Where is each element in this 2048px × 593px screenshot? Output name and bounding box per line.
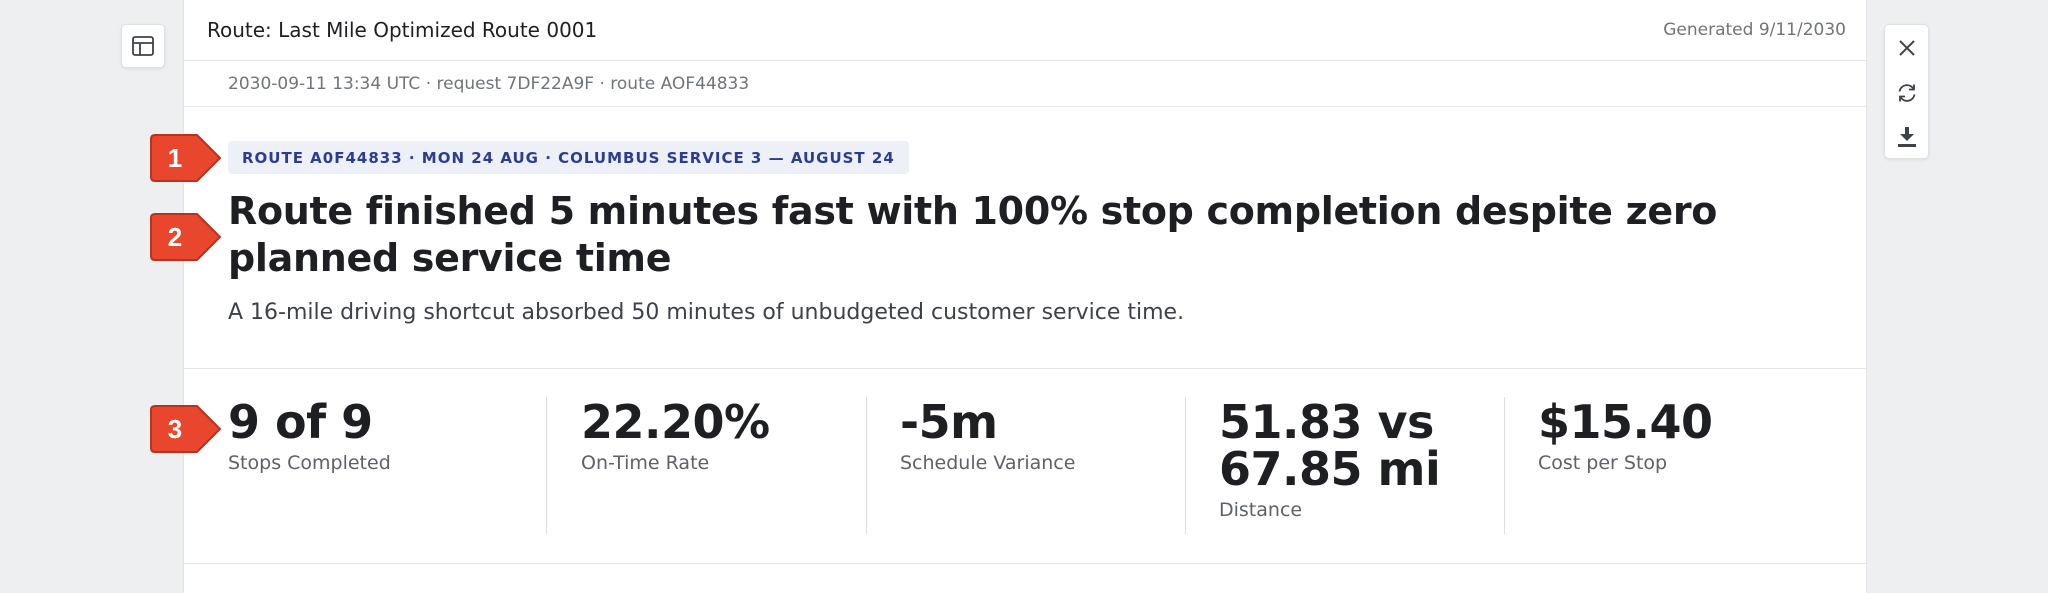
report-panel: Route: Last Mile Optimized Route 0001 Ge… <box>183 0 1867 593</box>
stat-label: On-Time Rate <box>581 452 710 474</box>
stat-value: 22.20% <box>581 395 770 449</box>
stat-divider <box>1504 397 1505 534</box>
subtitle: A 16-mile driving shortcut absorbed 50 m… <box>228 300 1185 325</box>
layout-toggle-button[interactable] <box>121 24 165 68</box>
stat-cost-per-stop: $15.40 Cost per Stop <box>1538 369 1798 534</box>
stat-label: Cost per Stop <box>1538 452 1668 474</box>
download-icon <box>1897 127 1916 147</box>
stat-value: 51.83 vs 67.85 mi <box>1219 395 1441 496</box>
annotation-marker: 2 <box>150 213 222 261</box>
stat-value: $15.40 <box>1538 395 1713 449</box>
annotation-marker: 3 <box>150 405 222 453</box>
refresh-button[interactable] <box>1885 71 1928 115</box>
panel-title: Route: Last Mile Optimized Route 0001 <box>207 18 598 42</box>
headline: Route finished 5 minutes fast with 100% … <box>228 189 1718 280</box>
stat-schedule-variance: -5m Schedule Variance <box>900 369 1160 534</box>
refresh-icon <box>1898 84 1915 102</box>
stat-divider <box>1185 397 1186 534</box>
request-meta: 2030-09-11 13:34 UTC · request 7DF22A9F … <box>184 61 1866 107</box>
stat-label: Stops Completed <box>228 452 391 474</box>
route-badge: ROUTE A0F44833 · MON 24 AUG · COLUMBUS S… <box>228 141 909 174</box>
close-button[interactable] <box>1885 26 1928 70</box>
stat-distance: 51.83 vs 67.85 mi Distance <box>1219 369 1459 534</box>
marker-number: 3 <box>168 414 182 444</box>
download-button[interactable] <box>1885 115 1928 159</box>
request-meta-text: 2030-09-11 13:34 UTC · request 7DF22A9F … <box>228 73 750 94</box>
marker-number: 2 <box>168 222 182 252</box>
annotation-marker: 1 <box>150 134 222 182</box>
stats-row: 9 of 9 Stops Completed 22.20% On-Time Ra… <box>184 369 1866 564</box>
stat-label: Schedule Variance <box>900 452 1076 474</box>
stat-stops-completed: 9 of 9 Stops Completed <box>228 369 518 534</box>
stat-divider <box>546 397 547 534</box>
layout-panel-icon <box>132 36 154 56</box>
stat-divider <box>866 397 867 534</box>
marker-number: 1 <box>168 143 182 173</box>
generated-date: Generated 9/11/2030 <box>1663 20 1846 40</box>
hero-section: ROUTE A0F44833 · MON 24 AUG · COLUMBUS S… <box>184 107 1866 369</box>
stat-value: -5m <box>900 395 998 449</box>
panel-toolbar <box>1884 24 1929 159</box>
panel-header: Route: Last Mile Optimized Route 0001 Ge… <box>184 0 1866 61</box>
stat-label: Distance <box>1219 499 1303 521</box>
close-icon <box>1898 40 1915 56</box>
stat-value: 9 of 9 <box>228 395 373 449</box>
stat-on-time-rate: 22.20% On-Time Rate <box>581 369 841 534</box>
